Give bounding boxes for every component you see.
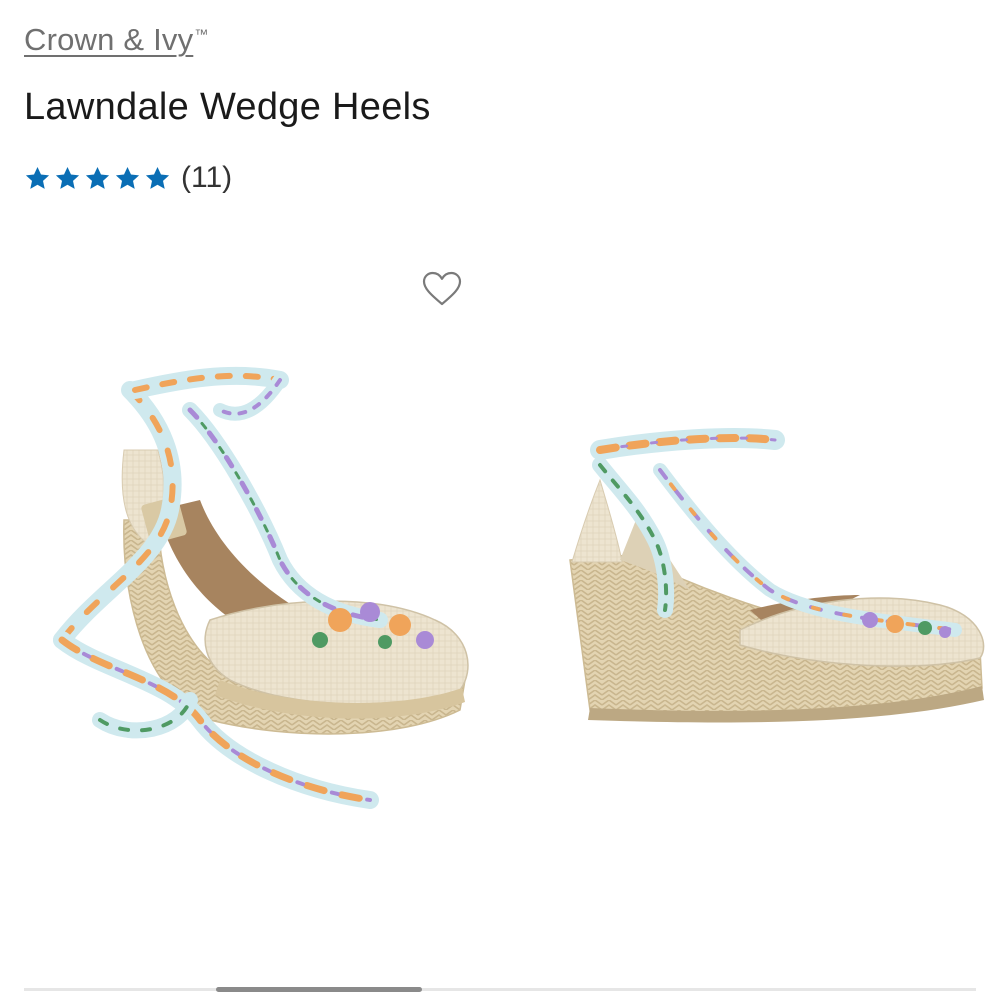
heart-outline-icon	[422, 271, 462, 306]
product-title: Lawndale Wedge Heels	[24, 86, 431, 128]
product-image-side	[569, 428, 985, 723]
star-icon	[145, 166, 170, 189]
product-image-front	[53, 366, 469, 809]
brand-link[interactable]: Crown & Ivy™	[24, 22, 209, 58]
star-rating	[24, 165, 171, 192]
favorite-button[interactable]	[419, 268, 465, 310]
gallery-scroll-track[interactable]	[24, 988, 976, 991]
product-image-gallery[interactable]	[0, 330, 1000, 890]
brand-name: Crown & Ivy	[24, 22, 194, 57]
rating-summary[interactable]: (11)	[24, 158, 232, 198]
review-count: (11)	[181, 161, 233, 194]
star-icon	[25, 166, 50, 189]
star-icon	[55, 166, 80, 189]
gallery-scroll-indicator[interactable]	[216, 987, 422, 992]
star-icon	[85, 166, 110, 189]
trademark-mark: ™	[194, 26, 209, 42]
star-icon	[115, 166, 140, 189]
